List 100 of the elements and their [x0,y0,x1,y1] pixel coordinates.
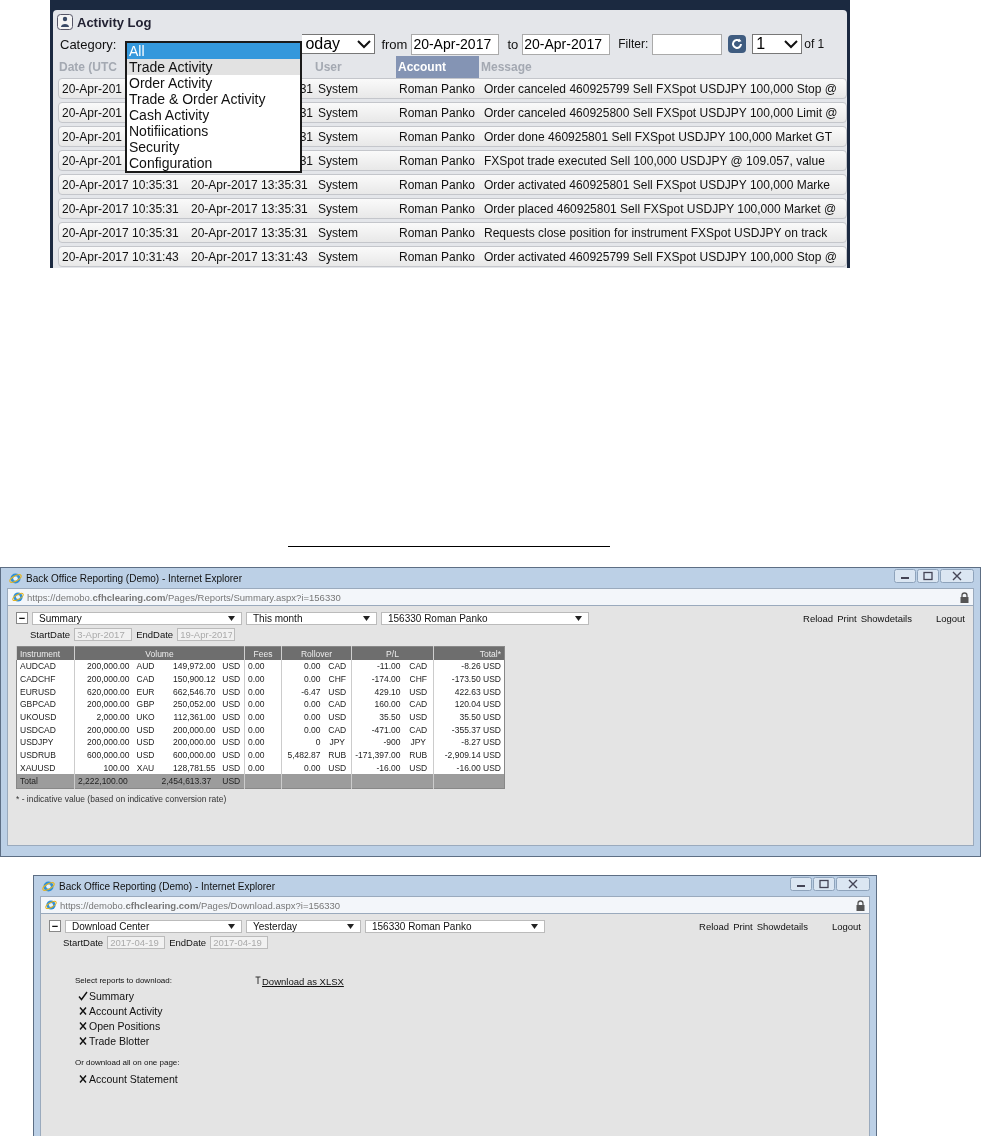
table-cell: CAD [328,699,347,710]
table-cell: RUB [409,750,428,761]
table-cell: USD [222,712,241,723]
table-cell: XAU [136,762,155,773]
address-bar[interactable]: https://demobo.cfhclearing.com/Pages/Download.aspx?i=156330 [40,896,870,914]
toolbar-link[interactable]: Print [733,920,753,932]
table-cell: CADCHF [20,674,56,685]
refresh-icon[interactable] [728,35,747,53]
toolbar-link[interactable]: Reload [699,920,730,932]
toolbar-link[interactable]: Reload [803,612,834,624]
column-header: P/L [351,646,434,660]
dropdown-option[interactable]: Order Activity [127,75,300,91]
toolbar-link[interactable]: Showdetails [860,612,912,624]
page-select[interactable]: 1 [752,34,803,54]
footnote: * - indicative value (based on indicative conversion rate) [16,793,228,804]
table-cell: USD [328,686,347,697]
table-cell: Order activated 460925801 Sell FXSpot USDJPY 100,000 Marke [484,177,830,192]
table-cell: 600,000.00 [172,750,216,761]
report-option[interactable]: Summary [89,989,134,1002]
globe-icon [12,591,24,603]
from-label: from [381,36,408,52]
table-cell: 128,781.55 [172,762,216,773]
table-cell: 0.00 [303,699,321,710]
report-option[interactable]: Account Statement [89,1072,178,1085]
log-row[interactable]: 20-Apr-2017 10:35:31 20-Apr-2017 13:35:31 System Roman Panko Requests close position for instrument FXSpot USDJPY on track [58,222,847,243]
table-cell: Order canceled 460925800 Sell FXSpot USDJPY 100,000 Limit @ [484,105,838,120]
table-cell: CAD [328,724,347,735]
dropdown-option[interactable]: Trade Activity [127,59,300,75]
table-cell: System [318,153,358,168]
table-cell: System [318,225,358,240]
maximize-icon[interactable] [917,569,939,583]
toolbar-link[interactable]: Logout [831,920,861,932]
toolbar-link[interactable]: Logout [935,612,965,624]
minimize-icon[interactable] [790,877,812,891]
table-cell: System [318,105,358,120]
from-date-field[interactable]: 20-Apr-2017 [411,33,500,55]
log-row[interactable]: 20-Apr-2017 10:35:31 20-Apr-2017 13:35:31 System Roman Panko Order activated 460925801 Sell FXSpot USDJPY 100,000 Marke [58,174,847,195]
table-cell: Roman Panko [399,81,476,96]
table-cell: 200,000.00 [86,661,130,672]
address-bar[interactable]: https://demobo.cfhclearing.com/Pages/Reports/Summary.aspx?i=156330 [7,588,974,606]
table-cell: -16.00 USD [456,762,501,773]
address-text: https://demobo.cfhclearing.com/Pages/Reports/Summary.aspx?i=156330 [27,591,341,603]
table-cell: USD [222,674,241,685]
table-cell: 20-Apr-201 [62,81,123,96]
page-count: of 1 [804,37,825,51]
table-cell: USD [222,775,241,786]
report-option[interactable]: Open Positions [89,1019,161,1032]
table-cell: Order activated 460925799 Sell FXSpot USDJPY 100,000 Stop @ [484,249,837,264]
table-cell: 600,000.00 [86,750,130,761]
table-cell: GBPCAD [20,699,56,710]
close-icon[interactable] [836,877,870,891]
period-select[interactable]: Yesterday [246,919,361,933]
table-cell: 112,361.00 [173,712,216,723]
toolbar-link[interactable]: Showdetails [756,920,808,932]
table-cell: 2,454,613.37 [161,775,212,786]
toolbar-link[interactable]: Print [837,612,857,624]
table-cell: USDJPY [20,737,54,748]
collapse-button[interactable]: − [49,920,61,932]
dropdown-option[interactable]: Configuration [127,155,300,171]
table-cell: 0.00 [248,737,265,748]
maximize-icon[interactable] [813,877,835,891]
table-cell: 620,000.00 [86,686,130,697]
report-select[interactable]: Download Center [65,919,242,933]
table-cell: USD [222,750,241,761]
table-cell: 0.00 [248,762,265,773]
account-select[interactable]: 156330 Roman Panko [381,611,589,625]
chevron-icon [357,39,372,49]
person-icon [57,14,73,30]
table-cell: AUDCAD [20,661,56,672]
minimize-icon[interactable] [894,569,916,583]
table-cell: 149,972.00 [172,661,216,672]
log-row[interactable]: 20-Apr-2017 10:35:31 20-Apr-2017 13:35:31 System Roman Panko Order placed 460925801 Sell FXSpot USDJPY 100,000 Market @ [58,198,847,219]
table-cell: UKO [136,712,155,723]
period-select[interactable]: oday [302,34,376,54]
period-select[interactable]: This month [246,611,377,625]
table-cell: 20-Apr-2017 10:31:43 [62,249,179,264]
table-cell: USD [136,750,155,761]
table-cell: EURUSD [20,686,56,697]
table-cell: CAD [409,661,428,672]
filter-field[interactable] [652,33,723,55]
report-option[interactable]: Account Activity [89,1004,163,1017]
account-select[interactable]: 156330 Roman Panko [365,919,545,933]
dropdown-option[interactable]: Cash Activity [127,107,300,123]
close-icon[interactable] [940,569,974,583]
table-cell: USD [222,724,241,735]
table-cell: UKOUSD [20,712,57,723]
table-cell: 20-Apr-2017 10:35:31 [62,201,179,216]
table-cell: Roman Panko [399,105,476,120]
table-cell: JPY [410,737,427,748]
download-link[interactable]: Download as XLSX [255,976,344,988]
to-date-field[interactable]: 20-Apr-2017 [522,33,611,55]
dropdown-option[interactable]: Notifiications [127,123,300,139]
report-select[interactable]: Summary [32,611,242,625]
log-row[interactable]: 20-Apr-2017 10:31:43 20-Apr-2017 13:31:43 System Roman Panko Order activated 460925799 Sell FXSpot USDJPY 100,000 Stop @ [58,246,847,267]
table-cell: Roman Panko [399,249,476,264]
table-cell: 0.00 [248,724,265,735]
table-cell: 0.00 [303,724,321,735]
collapse-button[interactable]: − [16,612,28,624]
report-option[interactable]: Trade Blotter [89,1034,150,1047]
column-header: Rollover [281,646,352,660]
